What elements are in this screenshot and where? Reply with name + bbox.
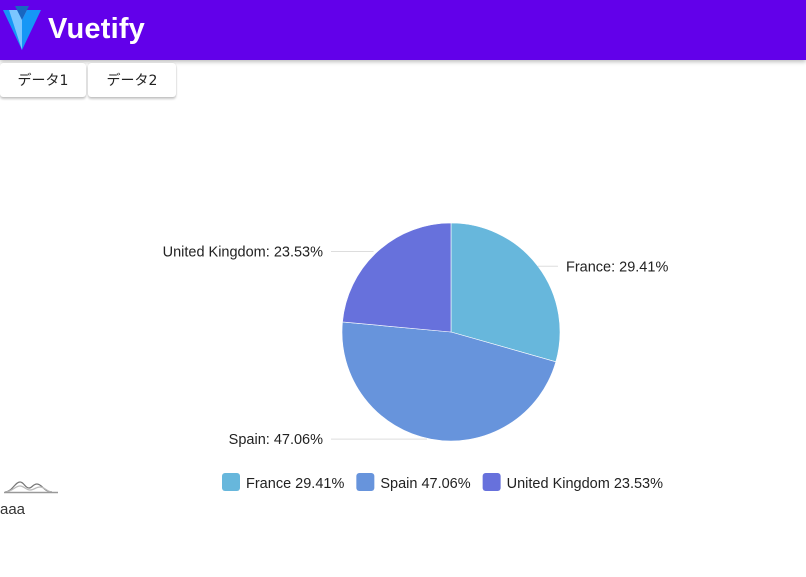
legend-swatch[interactable] (482, 473, 501, 491)
data1-button[interactable]: データ1 (0, 63, 86, 97)
caption-text: aaa (0, 501, 26, 518)
app-bar: Vuetify (0, 0, 806, 60)
legend-swatch[interactable] (356, 473, 375, 491)
legend-label[interactable]: United Kingdom 23.53% (507, 476, 663, 492)
slice-label: Spain: 47.06% (229, 432, 323, 448)
data2-button[interactable]: データ2 (88, 63, 176, 97)
legend-label[interactable]: France 29.41% (246, 476, 344, 492)
vuetify-logo-icon (3, 6, 41, 50)
pie-chart: France: 29.41% Spain: 47.06% United Kingdo… (163, 222, 668, 492)
slice-label: United Kingdom: 23.53% (163, 244, 324, 260)
slice-label: France: 29.41% (566, 259, 668, 275)
app-title: Vuetify (48, 13, 146, 45)
legend-swatch[interactable] (222, 473, 240, 491)
pie-slice-united-kingdom[interactable] (342, 222, 452, 333)
sparkline-icon (4, 481, 58, 494)
legend-label[interactable]: Spain 47.06% (380, 476, 470, 492)
